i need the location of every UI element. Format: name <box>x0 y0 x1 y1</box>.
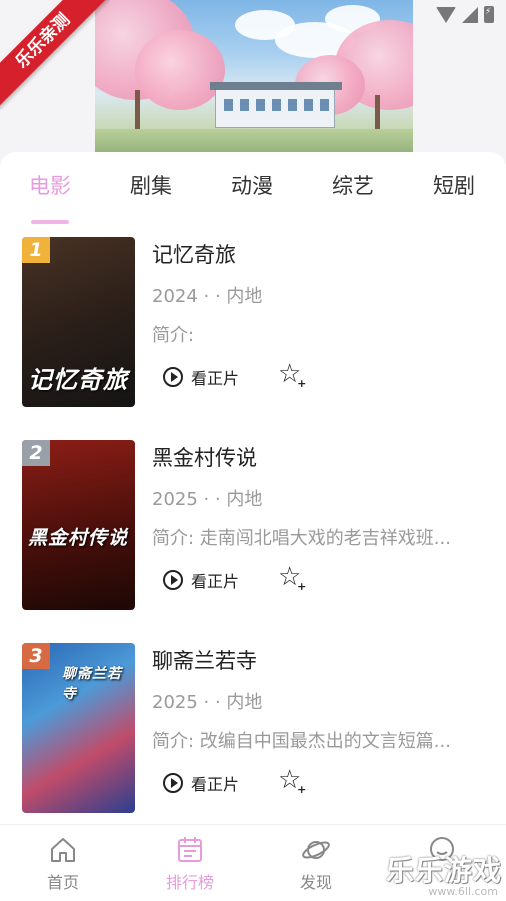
poster-title: 聊斋兰若寺 <box>62 666 122 702</box>
corner-ribbon: 乐乐亲测 <box>0 0 110 110</box>
watch-button-label: 看正片 <box>191 775 240 794</box>
tab-anime[interactable]: 动漫 <box>231 170 273 200</box>
tab-movie[interactable]: 电影 <box>29 170 71 200</box>
watermark-url: www.6ll.com <box>428 885 498 898</box>
movie-meta: 2025 · · 内地 <box>152 692 263 713</box>
bottom-nav: 首页 排行榜 发现 乐乐游戏 www.6ll.com <box>0 824 506 901</box>
home-icon <box>51 838 75 862</box>
poster-title: 黑金村传说 <box>28 527 129 549</box>
movie-meta: 2024 · · 内地 <box>152 286 263 307</box>
category-tabs: 电影 剧集 动漫 综艺 短剧 <box>0 170 506 224</box>
nav-discover-label: 发现 <box>299 873 332 892</box>
poster-image[interactable]: 3 聊斋兰若寺 <box>22 643 135 813</box>
wifi-icon <box>436 6 456 23</box>
movie-description: 简介: <box>152 325 195 346</box>
watch-button[interactable]: 看正片 <box>163 568 239 592</box>
favorite-button[interactable]: ☆ + <box>278 767 306 795</box>
list-item[interactable]: 1 记忆奇旅 记忆奇旅 2024 · · 内地 简介: 看正片 ☆ + <box>0 237 506 412</box>
active-tab-indicator <box>31 220 69 224</box>
rank-badge: 2 <box>22 440 50 466</box>
tab-series[interactable]: 剧集 <box>130 170 172 200</box>
watch-button-label: 看正片 <box>191 369 240 388</box>
favorite-button[interactable]: ☆ + <box>278 361 306 389</box>
ranking-panel: 电影 剧集 动漫 综艺 短剧 1 记忆奇旅 记忆奇旅 2024 · · 内地 简… <box>0 152 506 824</box>
watch-button-label: 看正片 <box>191 572 240 591</box>
watch-button[interactable]: 看正片 <box>163 365 239 389</box>
rank-badge: 1 <box>22 237 50 263</box>
ranking-icon <box>178 837 202 862</box>
play-circle-icon <box>163 367 183 387</box>
favorite-button[interactable]: ☆ + <box>278 564 306 592</box>
movie-title[interactable]: 记忆奇旅 <box>152 239 236 269</box>
nav-home-label: 首页 <box>46 873 79 892</box>
list-item[interactable]: 2 黑金村传说 黑金村传说 2025 · · 内地 简介: 走南闯北唱大戏的老吉… <box>0 440 506 615</box>
rank-badge: 3 <box>22 643 50 669</box>
poster-image[interactable]: 2 黑金村传说 <box>22 440 135 610</box>
play-circle-icon <box>163 773 183 793</box>
watermark-logo: 乐乐游戏 <box>385 854 502 887</box>
battery-icon <box>484 6 494 23</box>
poster-image[interactable]: 1 记忆奇旅 <box>22 237 135 407</box>
watch-button[interactable]: 看正片 <box>163 771 239 795</box>
tab-short-drama[interactable]: 短剧 <box>433 170 475 200</box>
nav-ranking-label: 排行榜 <box>165 873 214 892</box>
nav-home[interactable]: 首页 <box>23 835 103 893</box>
play-circle-icon <box>163 570 183 590</box>
movie-title[interactable]: 黑金村传说 <box>152 442 257 472</box>
movie-meta: 2025 · · 内地 <box>152 489 263 510</box>
status-bar <box>436 6 494 23</box>
planet-icon <box>302 841 330 859</box>
list-item[interactable]: 3 聊斋兰若寺 聊斋兰若寺 2025 · · 内地 简介: 改编自中国最杰出的文… <box>0 643 506 818</box>
ribbon-label: 乐乐亲测 <box>0 0 110 110</box>
signal-icon <box>462 6 478 23</box>
tab-variety[interactable]: 综艺 <box>332 170 374 200</box>
poster-title: 记忆奇旅 <box>28 366 128 394</box>
movie-description: 简介: 走南闯北唱大戏的老吉祥戏班... <box>152 528 451 549</box>
movie-description: 简介: 改编自中国最杰出的文言短篇... <box>152 731 451 752</box>
nav-ranking[interactable]: 排行榜 <box>150 835 230 893</box>
header-banner-image <box>95 0 413 155</box>
movie-title[interactable]: 聊斋兰若寺 <box>152 645 257 675</box>
nav-discover[interactable]: 发现 <box>276 835 356 893</box>
